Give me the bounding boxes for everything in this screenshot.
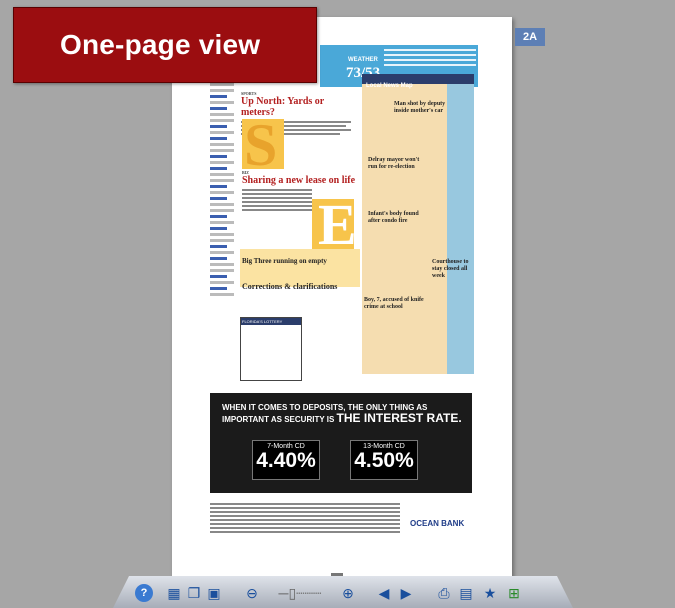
save-icon[interactable]: ▤ xyxy=(457,584,475,602)
map-story-5[interactable]: Courthouse to stay closed all week xyxy=(432,259,474,280)
cd-13-month: 13-Month CD 4.50% xyxy=(350,440,418,480)
viewer-toolbar: ? ▦ ❐ ▣ ⊖ ─▯┈┈┈ ⊕ ◀ ▶ ⎙ ▤ ★ ⊞ xyxy=(113,576,573,608)
cd-7-month: 7-Month CD 4.40% xyxy=(252,440,320,480)
zoom-slider-icon[interactable]: ─▯┈┈┈ xyxy=(265,584,335,602)
lottery-box: FLORIDA'S LOTTERY xyxy=(240,317,302,381)
e-letter-image: E xyxy=(312,192,357,257)
map-header: Local News Map xyxy=(362,74,474,89)
big-three-headline[interactable]: Big Three running on empty xyxy=(242,257,327,265)
map-story-2[interactable]: Delray mayor won't run for re-election xyxy=(368,157,428,171)
page-sidebar xyxy=(210,83,234,383)
map-story-4[interactable]: Boy, 7, accused of knife crime at school xyxy=(364,297,424,311)
document-viewer: WEATHER 73/53 SPORTS Up North: Yards or … xyxy=(0,0,675,608)
thumbnail-icon[interactable]: ▣ xyxy=(205,584,223,602)
view-mode-banner: One-page view xyxy=(13,7,317,83)
ocean-bank-ad[interactable]: WHEN IT COMES TO DEPOSITS, THE ONLY THIN… xyxy=(210,393,472,493)
print-page-icon[interactable]: ⎙ xyxy=(435,584,453,602)
newspaper-page[interactable]: WEATHER 73/53 SPORTS Up North: Yards or … xyxy=(172,17,512,587)
weather-label: WEATHER xyxy=(348,57,378,63)
prev-page-icon[interactable]: ◀ xyxy=(375,584,393,602)
next-page-icon[interactable]: ▶ xyxy=(397,584,415,602)
page-number-badge: 2A xyxy=(515,28,545,46)
print-icon[interactable]: ▦ xyxy=(165,584,183,602)
map-ocean xyxy=(447,84,474,374)
map-story-1[interactable]: Man shot by deputy inside mother's car xyxy=(394,101,454,115)
corrections-headline[interactable]: Corrections & clarifications xyxy=(242,282,337,291)
forecast-text xyxy=(384,49,476,66)
help-icon[interactable]: ? xyxy=(135,584,153,602)
view-mode-title: One-page view xyxy=(60,29,261,60)
share-icon[interactable]: ⊞ xyxy=(505,584,523,602)
s-letter-image: S xyxy=(242,112,284,178)
map-story-3[interactable]: Infant's body found after condo fire xyxy=(368,211,428,225)
ocean-bank-logo: OCEAN BANK xyxy=(410,519,465,528)
zoom-out-icon[interactable]: ⊖ xyxy=(243,584,261,602)
pages-icon[interactable]: ❐ xyxy=(185,584,203,602)
ad-footer: OCEAN BANK xyxy=(210,503,472,569)
bookmark-icon[interactable]: ★ xyxy=(481,584,499,602)
ad-headline: WHEN IT COMES TO DEPOSITS, THE ONLY THIN… xyxy=(222,403,462,425)
zoom-in-icon[interactable]: ⊕ xyxy=(339,584,357,602)
